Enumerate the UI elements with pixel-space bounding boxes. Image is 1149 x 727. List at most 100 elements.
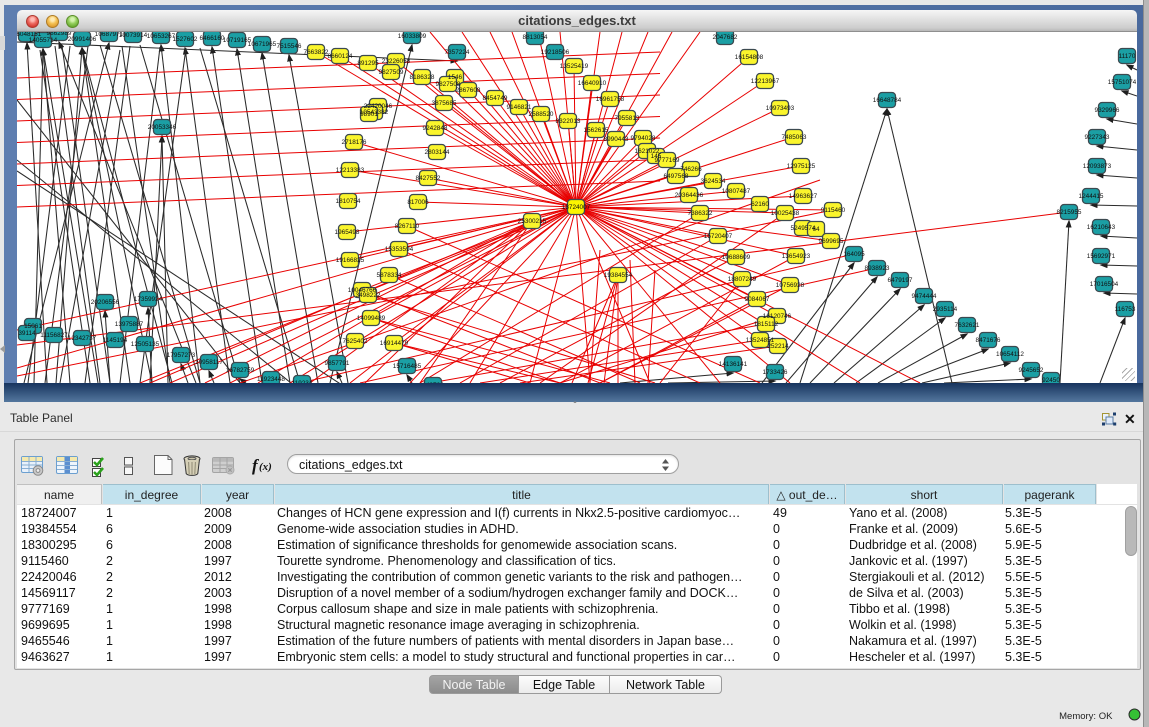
svg-text:8427552: 8427552 [416,175,441,182]
svg-text:9857791: 9857791 [325,360,350,367]
svg-text:12213383: 12213383 [336,167,365,174]
svg-text:13975887: 13975887 [115,321,144,328]
svg-text:2718176: 2718176 [342,139,367,146]
svg-text:20053346: 20053346 [148,124,177,131]
svg-text:13654923: 13654923 [782,253,811,260]
svg-text:9245652: 9245652 [1019,367,1044,374]
svg-text:20991406: 20991406 [68,36,97,43]
svg-text:9115460: 9115460 [821,207,846,214]
svg-text:3498222: 3498222 [356,292,381,299]
svg-text:9329966: 9329966 [1095,107,1120,114]
svg-text:8660124: 8660124 [328,53,353,60]
svg-text:16033809: 16033809 [398,33,427,40]
svg-text:3875685: 3875685 [432,100,457,107]
svg-text:2935114: 2935114 [933,306,958,313]
svg-text:8215955: 8215955 [1057,209,1082,216]
svg-text:14055714: 14055714 [29,37,58,44]
svg-text:8471676: 8471676 [976,337,1001,344]
svg-text:1244415: 1244415 [1079,193,1104,200]
svg-text:14136141: 14136141 [719,361,748,368]
svg-text:15720407: 15720407 [704,233,733,240]
svg-text:9084067: 9084067 [745,296,770,303]
svg-text:13525419: 13525419 [560,63,589,70]
svg-text:2047682: 2047682 [713,34,738,41]
svg-text:7632621: 7632621 [955,322,980,329]
svg-text:10653267: 10653267 [147,33,176,40]
svg-text:64: 64 [812,226,820,233]
svg-text:12505135: 12505135 [131,341,160,348]
svg-text:1810754: 1810754 [336,198,361,205]
svg-text:10973493: 10973493 [766,105,795,112]
svg-text:62160: 62160 [751,201,769,208]
svg-text:12342737: 12342737 [68,335,97,342]
svg-text:116753: 116753 [1115,306,1136,313]
svg-text:9146821: 9146821 [507,104,532,111]
svg-text:8186328: 8186328 [410,74,435,81]
svg-text:746266: 746266 [680,166,702,173]
svg-text:92450: 92450 [1042,377,1060,383]
svg-text:20206556: 20206556 [91,299,120,306]
svg-text:1562615: 1562615 [584,127,609,134]
svg-text:18724007: 18724007 [562,204,591,211]
svg-text:11923448: 11923448 [257,376,285,383]
svg-text:16640910: 16640910 [578,80,607,87]
svg-text:19166825: 19166825 [336,257,365,264]
svg-text:20364436: 20364436 [675,192,704,199]
svg-text:1145194: 1145194 [103,337,128,344]
svg-text:8322013: 8322013 [556,118,581,125]
svg-text:10958117: 10958117 [195,359,223,366]
svg-text:7663822: 7663822 [304,49,329,56]
svg-text:16210643: 16210643 [1087,224,1116,231]
svg-text:1546: 1546 [448,74,463,81]
svg-text:15716485: 15716485 [393,363,422,370]
svg-text:8813054: 8813054 [523,34,548,41]
svg-text:143764: 143764 [422,382,444,383]
svg-text:6497568: 6497568 [664,173,689,180]
svg-text:16120746: 16120746 [763,313,792,320]
svg-text:(x): (x) [259,461,272,473]
svg-text:19218506: 19218506 [541,49,570,56]
svg-text:39114: 39114 [18,330,36,337]
svg-text:16782759: 16782759 [226,367,255,374]
svg-text:17016504: 17016504 [1090,281,1119,288]
svg-text:98901: 98901 [360,111,378,118]
svg-text:1527602: 1527602 [173,36,198,43]
svg-text:15692971: 15692971 [1087,253,1116,260]
svg-text:9227343: 9227343 [1085,134,1110,141]
svg-text:9777169: 9777169 [655,157,680,164]
svg-text:8990443: 8990443 [604,136,629,143]
svg-text:14963627: 14963627 [789,193,818,200]
svg-text:3624534: 3624534 [701,178,726,185]
svg-text:16914479: 16914479 [380,340,409,347]
svg-text:7357224: 7357224 [445,49,470,56]
svg-text:164095: 164095 [843,251,865,258]
svg-text:1965498: 1965498 [335,229,360,236]
svg-text:10756928: 10756928 [776,282,805,289]
svg-text:19073914: 19073914 [119,32,148,39]
svg-text:9794028: 9794028 [631,135,656,142]
svg-text:10688609: 10688609 [722,254,751,261]
svg-text:11170: 11170 [1119,53,1136,60]
svg-text:10025438: 10025438 [771,210,800,217]
svg-text:6466160: 6466160 [200,35,225,42]
svg-text:15751074: 15751074 [1108,79,1137,86]
svg-text:7386322: 7386322 [688,210,713,217]
svg-text:10654112: 10654112 [996,351,1024,358]
svg-text:18807249: 18807249 [728,276,757,283]
svg-text:5878334: 5878334 [377,272,402,279]
svg-text:119234: 119234 [292,380,313,383]
svg-text:15061: 15061 [24,323,42,330]
svg-text:2588520: 2588520 [529,111,554,118]
svg-text:11156827: 11156827 [40,332,68,339]
svg-text:8938923: 8938923 [865,265,890,272]
svg-text:16961758: 16961758 [596,96,625,103]
svg-text:25300215: 25300215 [518,218,547,225]
svg-text:15353594: 15353594 [385,246,414,253]
svg-text:12093873: 12093873 [1083,163,1112,170]
svg-text:10807487: 10807487 [722,188,751,195]
svg-text:16154808: 16154808 [735,54,764,61]
svg-text:8267110: 8267110 [395,223,420,230]
svg-text:16648784: 16648784 [873,97,902,104]
svg-text:6479197: 6479197 [888,277,913,284]
svg-text:9699695: 9699695 [819,238,844,245]
